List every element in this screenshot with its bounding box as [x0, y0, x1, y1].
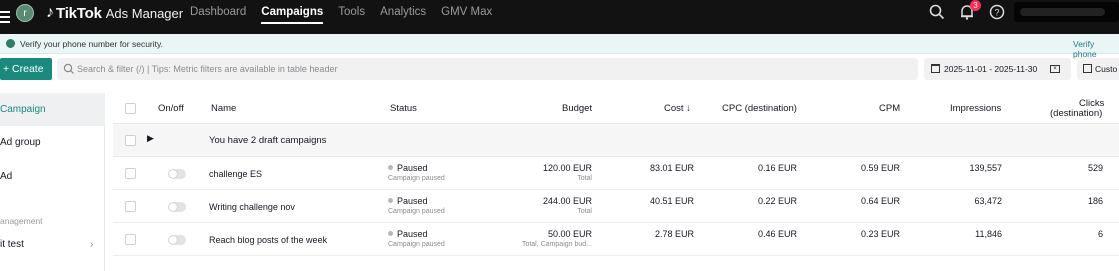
column-cpm[interactable]: CPM	[879, 103, 900, 114]
column-budget[interactable]: Budget	[562, 103, 592, 114]
search-filter-box	[57, 58, 918, 80]
sidebar-item-ad-group[interactable]: Ad group	[0, 126, 105, 159]
campaign-cost: 83.01 EUR	[649, 163, 694, 173]
campaign-cost: 40.51 EUR	[649, 196, 694, 206]
campaign-budget-type: Total, Campaign bud...	[521, 241, 592, 248]
nav-dashboard[interactable]: Dashboard	[190, 0, 246, 34]
column-status[interactable]: Status	[390, 103, 417, 114]
paused-dot-icon	[388, 165, 393, 170]
campaign-status-detail: Campaign paused	[388, 208, 445, 215]
status-toggle[interactable]	[168, 202, 186, 212]
sidebar-item-ad[interactable]: Ad	[0, 160, 105, 193]
campaign-status: Paused	[388, 163, 428, 173]
nav-analytics[interactable]: Analytics	[380, 0, 426, 34]
top-navigation-bar: r ♪ TikTok Ads Manager Dashboard Campaig…	[0, 0, 1119, 34]
campaign-name[interactable]: Reach blog posts of the week	[209, 235, 327, 245]
column-name[interactable]: Name	[211, 103, 236, 114]
column-cpc[interactable]: CPC (destination)	[722, 103, 797, 114]
campaign-cpm: 0.64 EUR	[860, 196, 900, 206]
campaign-clicks: 186	[1087, 196, 1103, 206]
logo-brand: TikTok	[56, 4, 102, 22]
campaign-toolbar: + Create 2025-11-01 - 2025-11-30 × Custo	[0, 54, 1119, 84]
column-clicks-sub: (destination)	[1050, 108, 1103, 119]
status-toggle[interactable]	[168, 235, 186, 245]
campaign-cpc: 0.22 EUR	[757, 196, 797, 206]
search-input[interactable]	[77, 58, 907, 80]
info-icon	[6, 39, 15, 48]
create-button[interactable]: + Create	[0, 58, 52, 80]
compare-icon[interactable]: ×	[1050, 65, 1060, 73]
column-impressions[interactable]: Impressions	[950, 103, 1001, 114]
main-nav: Dashboard Campaigns Tools Analytics GMV …	[190, 0, 507, 34]
notification-badge: 3	[970, 0, 981, 11]
campaign-cpc: 0.16 EUR	[757, 163, 797, 173]
tiktok-ads-manager-logo[interactable]: ♪ TikTok Ads Manager	[46, 4, 183, 22]
paused-dot-icon	[388, 231, 393, 236]
campaign-cpc: 0.46 EUR	[757, 229, 797, 239]
verify-phone-notice: Verify your phone number for security. V…	[0, 34, 1119, 59]
campaign-status-detail: Campaign paused	[388, 241, 445, 248]
custom-label: Custo	[1095, 64, 1118, 74]
table-row[interactable]: Writing challenge nov Paused Campaign pa…	[113, 190, 1119, 223]
table-header: On/off Name Status Budget Cost ↓ CPC (de…	[113, 93, 1119, 124]
nav-tools[interactable]: Tools	[338, 0, 365, 34]
campaign-status: Paused	[388, 196, 428, 206]
campaign-budget-type: Total	[577, 208, 592, 215]
search-icon	[63, 63, 74, 74]
bell-icon[interactable]: 3	[958, 0, 981, 21]
sidebar-item-campaign[interactable]: Campaign	[0, 93, 105, 126]
chevron-right-icon[interactable]: ›	[90, 239, 93, 250]
draft-campaigns-text: You have 2 draft campaigns	[209, 135, 327, 146]
columns-icon	[1083, 64, 1092, 73]
campaign-budget: 50.00 EUR	[547, 229, 592, 239]
campaign-status-detail: Campaign paused	[388, 175, 445, 182]
nav-campaigns[interactable]: Campaigns	[261, 0, 324, 34]
column-onoff[interactable]: On/off	[158, 103, 184, 114]
table-row[interactable]: challenge ES Paused Campaign paused 120.…	[113, 157, 1119, 190]
expand-caret-icon[interactable]: ▶	[147, 133, 154, 144]
date-range-value: 2025-11-01 - 2025-11-30	[944, 64, 1038, 74]
campaign-name[interactable]: Writing challenge nov	[209, 202, 295, 212]
status-toggle[interactable]	[168, 169, 186, 179]
custom-columns-button[interactable]: Custo	[1077, 58, 1119, 80]
draft-campaigns-row[interactable]: ▶ You have 2 draft campaigns	[113, 124, 1119, 157]
campaign-cpm: 0.59 EUR	[860, 163, 900, 173]
menu-icon[interactable]	[0, 8, 10, 26]
campaign-name[interactable]: challenge ES	[209, 169, 262, 179]
select-all-checkbox[interactable]	[125, 103, 136, 114]
campaign-impressions: 63,472	[974, 196, 1002, 206]
campaign-status: Paused	[388, 229, 428, 239]
campaign-clicks: 529	[1087, 163, 1103, 173]
draft-checkbox[interactable]	[125, 135, 136, 146]
row-checkbox[interactable]	[125, 234, 136, 245]
sidebar-section-label: anagement	[0, 216, 43, 226]
column-cost[interactable]: Cost ↓	[664, 103, 691, 114]
calendar-icon	[931, 64, 940, 73]
campaign-cpm: 0.23 EUR	[860, 229, 900, 239]
campaign-budget: 244.00 EUR	[542, 196, 592, 206]
date-range-picker[interactable]: 2025-11-01 - 2025-11-30 ×	[924, 58, 1071, 80]
redacted-account-name[interactable]	[1014, 2, 1119, 22]
sidebar-item-test-label: it test	[0, 239, 24, 250]
notice-text: Verify your phone number for security.	[20, 39, 163, 49]
header-actions: 3 ?	[928, 0, 1018, 21]
campaign-budget: 120.00 EUR	[542, 163, 592, 173]
tiktok-note-icon: ♪	[46, 4, 54, 21]
account-avatar[interactable]: r	[16, 4, 34, 22]
search-icon[interactable]	[928, 3, 946, 21]
row-checkbox[interactable]	[125, 168, 136, 179]
row-checkbox[interactable]	[125, 201, 136, 212]
nav-gmv-max[interactable]: GMV Max	[441, 0, 492, 34]
campaign-cost: 2.78 EUR	[654, 229, 694, 239]
campaign-clicks: 6	[1097, 229, 1103, 239]
logo-product: Ads Manager	[105, 5, 184, 21]
campaign-impressions: 11,846	[975, 229, 1002, 239]
table-row[interactable]: Reach blog posts of the week Paused Camp…	[113, 223, 1119, 256]
paused-dot-icon	[388, 198, 393, 203]
svg-text:?: ?	[994, 8, 999, 18]
level-sidebar: Campaign Ad group Ad anagement it test ›	[0, 93, 105, 271]
campaign-budget-type: Total	[577, 175, 592, 182]
campaign-impressions: 139,557	[969, 163, 1002, 173]
help-icon[interactable]: ?	[988, 3, 1006, 21]
